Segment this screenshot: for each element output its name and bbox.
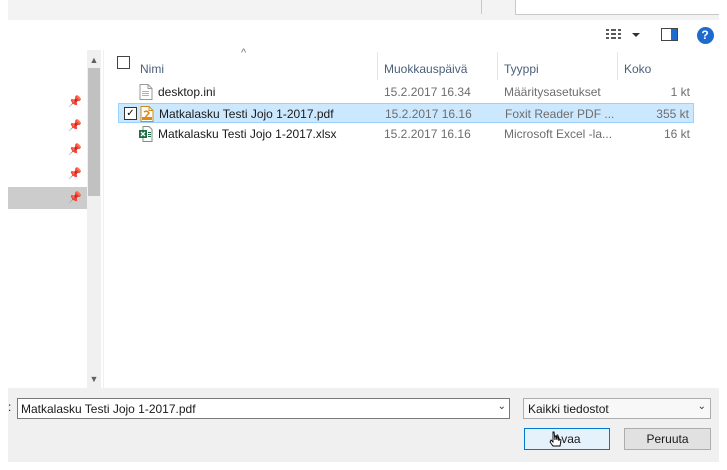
file-list: ^ Nimi Muokkauspäivä Tyyppi Koko desktop… <box>104 47 719 388</box>
file-type: Microsoft Excel -la... <box>504 127 613 141</box>
filename-combobox[interactable]: Matkalasku Testi Jojo 1-2017.pdf ⌄ <box>17 398 510 419</box>
chevron-down-icon <box>632 33 640 37</box>
chevron-down-icon[interactable]: ⌄ <box>698 401 706 412</box>
change-view-button[interactable] <box>604 26 644 44</box>
filename-input[interactable]: Matkalasku Testi Jojo 1-2017.pdf <box>21 402 196 416</box>
file-row[interactable]: desktop.ini 15.2.2017 16.34 Määritysaset… <box>118 82 694 102</box>
pin-icon: 📌 <box>68 192 82 204</box>
file-size: 16 kt <box>663 127 690 141</box>
file-type: Foxit Reader PDF ... <box>505 107 615 121</box>
sort-ascending-icon: ^ <box>241 47 247 59</box>
scroll-up-arrow[interactable]: ▲ <box>87 53 101 67</box>
pin-icon: 📌 <box>68 96 82 108</box>
window-frame <box>719 0 727 470</box>
file-row[interactable]: Matkalasku Testi Jojo 1-2017.xlsx 15.2.2… <box>118 124 694 144</box>
cancel-button[interactable]: Peruuta <box>624 428 711 450</box>
select-all-checkbox[interactable] <box>117 56 130 69</box>
scroll-down-arrow[interactable]: ▼ <box>87 372 101 386</box>
navigation-pane: 📌 📌 📌 📌 📌 <box>8 50 87 388</box>
pin-icon: 📌 <box>68 168 82 180</box>
column-header-size[interactable]: Koko <box>624 56 651 82</box>
nav-scrollbar[interactable]: ▲ ▼ <box>87 50 101 388</box>
settings-file-icon <box>139 84 153 100</box>
mouse-pointer-icon <box>549 431 562 447</box>
address-bar-strip <box>8 0 721 20</box>
file-name: desktop.ini <box>158 85 216 99</box>
open-button[interactable]: Avaa <box>524 428 610 450</box>
preview-pane-icon <box>661 28 678 41</box>
pin-icon: 📌 <box>68 120 82 132</box>
help-icon: ? <box>696 26 714 44</box>
filter-value: Kaikki tiedostot <box>528 402 609 416</box>
toolbar: ? <box>8 20 719 50</box>
column-divider[interactable] <box>497 52 498 80</box>
column-header-modified[interactable]: Muokkauspäivä <box>384 56 467 82</box>
scrollbar-thumb[interactable] <box>88 68 100 196</box>
file-size: 355 kt <box>656 107 689 121</box>
row-checkbox[interactable]: ✓ <box>124 107 137 120</box>
pdf-file-icon <box>140 106 154 122</box>
column-header-name[interactable]: Nimi <box>140 56 164 82</box>
details-view-icon <box>606 29 640 39</box>
pin-icon: 📌 <box>68 144 82 156</box>
file-size: 1 kt <box>670 85 690 99</box>
window-frame <box>0 462 727 470</box>
search-input[interactable] <box>515 0 721 15</box>
file-modified: 15.2.2017 16.34 <box>384 85 471 99</box>
file-type-filter[interactable]: Kaikki tiedostot ⌄ <box>523 398 711 419</box>
file-row-selected[interactable]: ✓ Matkalasku Testi Jojo 1-2017.pdf 15.2.… <box>118 103 694 123</box>
column-header-type[interactable]: Tyyppi <box>504 56 539 82</box>
column-divider[interactable] <box>377 52 378 80</box>
help-button[interactable]: ? <box>695 26 715 44</box>
file-name: Matkalasku Testi Jojo 1-2017.xlsx <box>158 127 337 141</box>
file-modified: 15.2.2017 16.16 <box>385 107 472 121</box>
preview-pane-button[interactable] <box>658 26 682 44</box>
chevron-down-icon[interactable]: ⌄ <box>498 401 506 412</box>
column-divider[interactable] <box>617 52 618 80</box>
excel-file-icon <box>139 126 153 142</box>
divider <box>481 0 482 14</box>
filename-label: : <box>8 400 12 414</box>
file-name: Matkalasku Testi Jojo 1-2017.pdf <box>159 107 334 121</box>
file-type: Määritysasetukset <box>504 85 601 99</box>
file-modified: 15.2.2017 16.16 <box>384 127 471 141</box>
dialog-footer: : Matkalasku Testi Jojo 1-2017.pdf ⌄ Kai… <box>8 388 719 462</box>
